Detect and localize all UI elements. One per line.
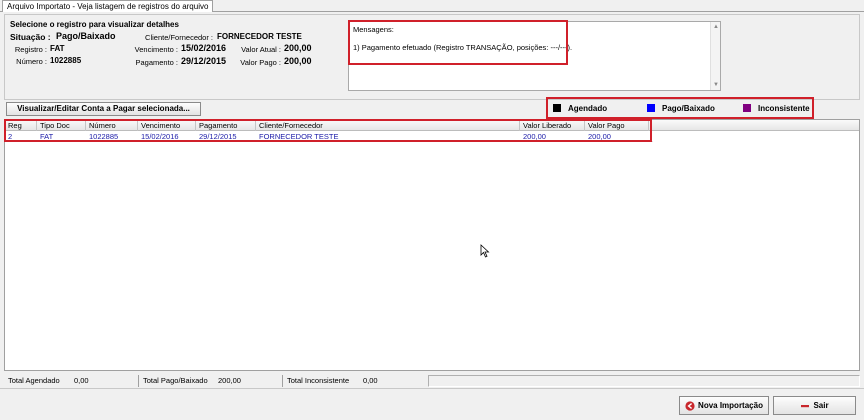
registro-label: Registro : bbox=[14, 45, 47, 54]
pagamento-value: 29/12/2015 bbox=[181, 56, 227, 66]
legend-label-inconsistente: Inconsistente bbox=[758, 104, 810, 113]
nova-importacao-label: Nova Importação bbox=[698, 401, 763, 410]
legend-label-pago: Pago/Baixado bbox=[662, 104, 715, 113]
mouse-cursor-icon bbox=[480, 244, 490, 258]
totals-bar: Total Agendado 0,00 Total Pago/Baixado 2… bbox=[4, 375, 860, 387]
valor-atual-label: Valor Atual : bbox=[241, 45, 281, 54]
cell-reg: 2 bbox=[8, 132, 13, 141]
cliente-value: FORNECEDOR TESTE bbox=[217, 32, 302, 41]
column-header-tipo-doc[interactable]: Tipo Doc bbox=[37, 120, 86, 131]
records-grid[interactable]: Reg Tipo Doc Número Vencimento Pagamento… bbox=[4, 119, 860, 371]
edit-conta-button[interactable]: Visualizar/Editar Conta a Pagar selecion… bbox=[6, 102, 201, 116]
vencimento-label: Vencimento : bbox=[134, 45, 178, 54]
numero-label: Número : bbox=[16, 57, 47, 66]
totals-divider bbox=[138, 375, 139, 387]
column-header-valor-pago[interactable]: Valor Pago bbox=[585, 120, 649, 131]
total-pago-value: 200,00 bbox=[218, 376, 241, 385]
vencimento-value: 15/02/2016 bbox=[181, 43, 227, 53]
total-pago-label: Total Pago/Baixado bbox=[143, 376, 208, 385]
column-header-cliente[interactable]: Cliente/Fornecedor bbox=[256, 120, 520, 131]
scroll-down-icon[interactable]: ▼ bbox=[712, 81, 720, 89]
tab-arquivo-importado[interactable]: Arquivo Importato - Veja listagem de reg… bbox=[2, 0, 214, 12]
legend-swatch-agendado bbox=[553, 104, 561, 112]
back-arrow-icon bbox=[685, 401, 695, 411]
total-agendado-label: Total Agendado bbox=[8, 376, 60, 385]
total-inconsistente-value: 0,00 bbox=[363, 376, 378, 385]
pagamento-label: Pagamento : bbox=[135, 58, 178, 67]
sair-button[interactable]: Sair bbox=[773, 396, 856, 415]
legend-swatch-inconsistente bbox=[743, 104, 751, 112]
column-header-pagamento[interactable]: Pagamento bbox=[196, 120, 256, 131]
cell-pagamento: 29/12/2015 bbox=[199, 132, 237, 141]
status-legend: Agendado Pago/Baixado Inconsistente bbox=[548, 98, 814, 118]
valor-pago-value: 200,00 bbox=[284, 56, 312, 66]
cell-vencimento: 15/02/2016 bbox=[141, 132, 179, 141]
valor-atual-value: 200,00 bbox=[284, 43, 312, 53]
scroll-up-icon[interactable]: ▲ bbox=[712, 23, 720, 31]
messages-scrollbar[interactable]: ▲ ▼ bbox=[710, 22, 720, 90]
minus-icon bbox=[801, 404, 810, 408]
cell-cliente: FORNECEDOR TESTE bbox=[259, 132, 339, 141]
table-row[interactable]: 2 FAT 1022885 15/02/2016 29/12/2015 FORN… bbox=[5, 132, 653, 142]
registro-value: FAT bbox=[50, 44, 65, 53]
valor-pago-label: Valor Pago : bbox=[240, 58, 281, 67]
situacao-label: Situação : bbox=[10, 32, 51, 42]
cliente-label: Cliente/Fornecedor : bbox=[145, 33, 213, 42]
numero-value: 1022885 bbox=[50, 56, 82, 65]
status-panel bbox=[428, 375, 860, 387]
messages-box[interactable]: Mensagens: 1) Pagamento efetuado (Regist… bbox=[348, 21, 721, 91]
total-agendado-value: 0,00 bbox=[74, 376, 89, 385]
column-header-reg[interactable]: Reg bbox=[5, 120, 37, 131]
nova-importacao-button[interactable]: Nova Importação bbox=[679, 396, 769, 415]
message-line: 1) Pagamento efetuado (Registro TRANSAÇÃ… bbox=[353, 43, 573, 52]
details-panel: Selecione o registro para visualizar det… bbox=[4, 14, 860, 100]
grid-header: Reg Tipo Doc Número Vencimento Pagamento… bbox=[5, 120, 859, 131]
total-inconsistente-label: Total Inconsistente bbox=[287, 376, 350, 385]
cell-valor-pago: 200,00 bbox=[588, 132, 611, 141]
details-hint: Selecione o registro para visualizar det… bbox=[10, 20, 179, 29]
legend-swatch-pago bbox=[647, 104, 655, 112]
column-header-valor-liberado[interactable]: Valor Liberado bbox=[520, 120, 585, 131]
tab-strip: Arquivo Importato - Veja listagem de reg… bbox=[0, 0, 864, 12]
action-bar: Nova Importação Sair bbox=[0, 388, 864, 420]
column-header-vencimento[interactable]: Vencimento bbox=[138, 120, 196, 131]
cell-numero: 1022885 bbox=[89, 132, 119, 141]
cell-valor-liberado: 200,00 bbox=[523, 132, 546, 141]
messages-title: Mensagens: bbox=[353, 25, 394, 34]
sair-label: Sair bbox=[813, 401, 829, 410]
totals-divider bbox=[282, 375, 283, 387]
legend-label-agendado: Agendado bbox=[568, 104, 608, 113]
situacao-value: Pago/Baixado bbox=[56, 31, 116, 41]
column-header-numero[interactable]: Número bbox=[86, 120, 138, 131]
cell-tipo-doc: FAT bbox=[40, 132, 54, 141]
